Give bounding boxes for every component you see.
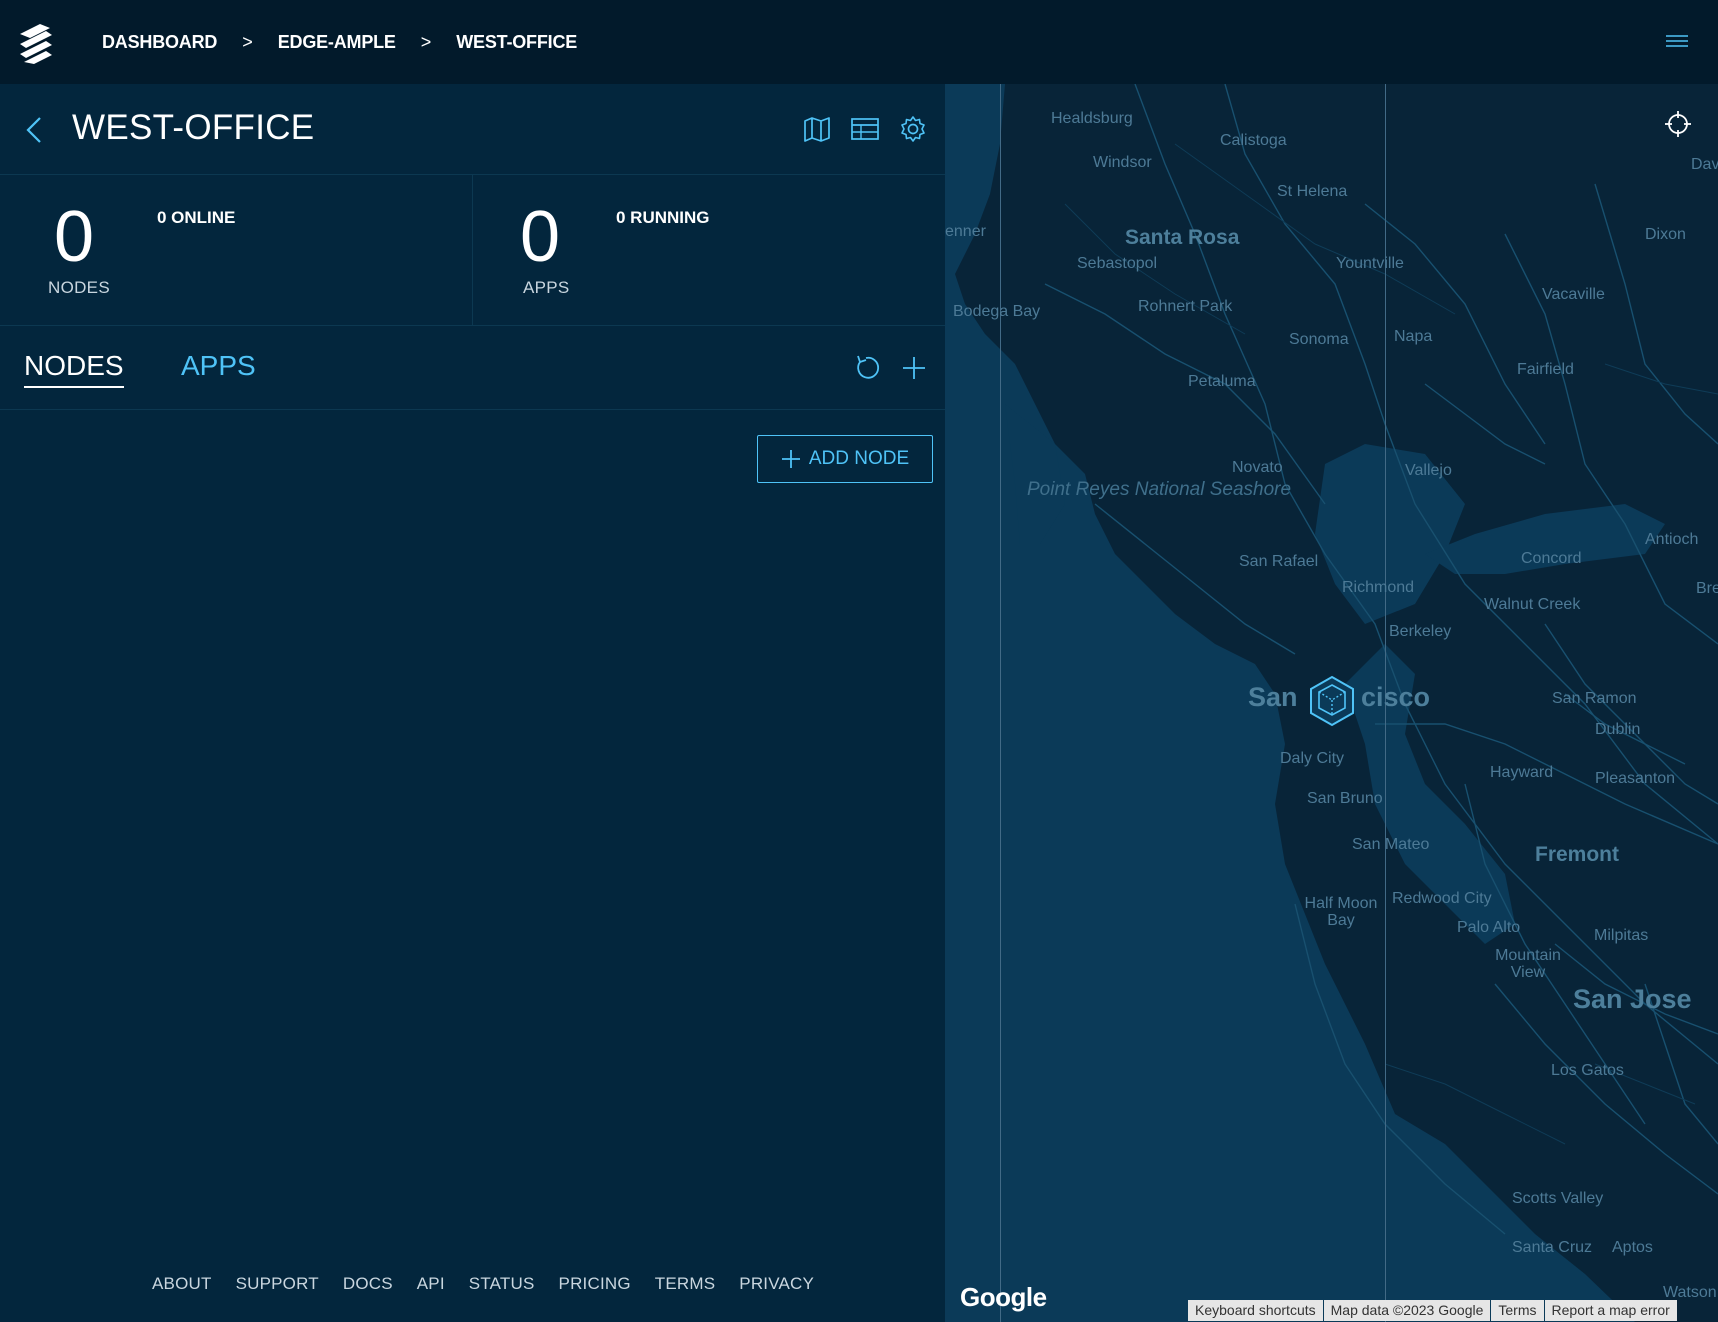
map-label-richmond: Richmond <box>1342 579 1415 596</box>
locate-me-icon[interactable] <box>1664 110 1692 138</box>
footer-support[interactable]: SUPPORT <box>236 1274 319 1294</box>
top-bar: DASHBOARD > EDGE-AMPLE > WEST-OFFICE <box>0 0 1718 84</box>
footer-links: ABOUT SUPPORT DOCS API STATUS PRICING TE… <box>152 1274 838 1294</box>
map-label-walnut-creek: Walnut Creek <box>1484 596 1581 613</box>
map-label-yountville: Yountville <box>1336 255 1404 272</box>
map-label-san-francisco-b: cisco <box>1361 682 1431 712</box>
map-label-calistoga: Calistoga <box>1220 132 1287 149</box>
detail-panel: WEST-OFFICE 0 NODES 0 ONLINE 0 APPS 0 RU… <box>0 84 945 1322</box>
map-data-credit: Map data ©2023 Google <box>1323 1300 1491 1321</box>
map-label-san-jose: San Jose <box>1573 984 1692 1014</box>
footer-pricing[interactable]: PRICING <box>559 1274 631 1294</box>
back-arrow-icon[interactable] <box>24 114 44 146</box>
map-label-davis: Dav <box>1691 156 1718 173</box>
footer-api[interactable]: API <box>417 1274 445 1294</box>
map-label-berkeley: Berkeley <box>1389 623 1452 640</box>
apps-label: APPS <box>523 278 570 297</box>
tab-nodes[interactable]: NODES <box>24 350 124 388</box>
map-label-st-helena: St Helena <box>1277 183 1348 200</box>
map-label-petaluma: Petaluma <box>1188 373 1256 390</box>
nodes-online: 0 ONLINE <box>157 208 236 227</box>
breadcrumb-west-office[interactable]: WEST-OFFICE <box>456 32 577 53</box>
map-label-pleasanton: Pleasanton <box>1595 770 1676 787</box>
map-label-san-rafael: San Rafael <box>1239 553 1319 570</box>
map-label-scotts-valley: Scotts Valley <box>1512 1190 1604 1207</box>
nodes-count: 0 <box>54 197 95 277</box>
map-label-windsor: Windsor <box>1093 154 1152 171</box>
map-label-vacaville: Vacaville <box>1542 286 1605 303</box>
footer-privacy[interactable]: PRIVACY <box>739 1274 814 1294</box>
tab-bar: NODES APPS <box>0 326 945 410</box>
map-label-brentwood: Bre <box>1696 580 1718 597</box>
apps-running: 0 RUNNING <box>616 208 710 227</box>
map-label-sebastopol: Sebastopol <box>1077 255 1158 272</box>
footer-terms[interactable]: TERMS <box>655 1274 716 1294</box>
map-attribution: Keyboard shortcuts Map data ©2023 Google… <box>1188 1300 1678 1321</box>
settings-gear-icon[interactable] <box>898 115 928 143</box>
map-label-vallejo: Vallejo <box>1405 462 1452 479</box>
map-label-napa: Napa <box>1394 328 1433 345</box>
footer-status[interactable]: STATUS <box>469 1274 535 1294</box>
keyboard-shortcuts-link[interactable]: Keyboard shortcuts <box>1188 1300 1323 1321</box>
map-label-jenner: enner <box>945 223 986 240</box>
google-logo[interactable]: Google <box>960 1282 1047 1313</box>
breadcrumb: DASHBOARD > EDGE-AMPLE > WEST-OFFICE <box>102 0 577 84</box>
map-label-dublin: Dublin <box>1595 721 1641 738</box>
logo-icon[interactable] <box>16 22 56 66</box>
map-terms-link[interactable]: Terms <box>1491 1300 1544 1321</box>
plus-icon <box>781 450 800 468</box>
breadcrumb-dashboard[interactable]: DASHBOARD <box>102 32 217 53</box>
map-label-fremont: Fremont <box>1535 843 1619 866</box>
footer-docs[interactable]: DOCS <box>343 1274 393 1294</box>
map-label-santa-cruz: Santa Cruz <box>1512 1239 1593 1256</box>
breadcrumb-separator: > <box>420 31 432 52</box>
map-label-healdsburg: Healdsburg <box>1051 110 1133 127</box>
map-label-point-reyes: Point Reyes National Seashore <box>1027 480 1291 500</box>
map-label-sonoma: Sonoma <box>1289 331 1349 348</box>
add-icon[interactable] <box>900 354 928 382</box>
refresh-icon[interactable] <box>852 354 880 382</box>
map-label-mountain-view: Mountain View <box>1495 947 1561 981</box>
stats-row: 0 NODES 0 ONLINE 0 APPS 0 RUNNING <box>0 175 945 326</box>
report-map-error-link[interactable]: Report a map error <box>1544 1300 1677 1321</box>
map-label-aptos: Aptos <box>1612 1239 1653 1256</box>
map-label-rohnert-park: Rohnert Park <box>1138 298 1233 315</box>
map-label-daly-city: Daly City <box>1280 750 1345 767</box>
map-label-los-gatos: Los Gatos <box>1551 1062 1624 1079</box>
map-label-bodega-bay: Bodega Bay <box>953 303 1041 320</box>
add-node-label: ADD NODE <box>808 448 910 469</box>
tab-apps[interactable]: APPS <box>181 350 256 386</box>
menu-icon[interactable] <box>1666 32 1688 50</box>
map-label-novato: Novato <box>1232 459 1283 476</box>
map-label-santa-rosa: Santa Rosa <box>1125 226 1240 249</box>
map-label-fairfield: Fairfield <box>1517 361 1574 378</box>
apps-stat: 0 APPS 0 RUNNING <box>473 175 945 326</box>
map-view[interactable]: Healdsburg Calistoga Windsor St Helena D… <box>945 84 1718 1322</box>
map-label-milpitas: Milpitas <box>1594 927 1649 944</box>
map-label-san-ramon: San Ramon <box>1552 690 1637 707</box>
map-label-san-mateo: San Mateo <box>1352 836 1430 853</box>
location-cube-marker-icon[interactable] <box>1308 675 1356 727</box>
table-view-icon[interactable] <box>850 115 880 143</box>
map-label-concord: Concord <box>1521 550 1582 567</box>
map-gridline <box>1000 84 1001 1322</box>
map-view-icon[interactable] <box>802 115 832 143</box>
nodes-stat: 0 NODES 0 ONLINE <box>0 175 472 326</box>
map-label-antioch: Antioch <box>1645 531 1699 548</box>
nodes-label: NODES <box>48 278 110 297</box>
panel-header: WEST-OFFICE <box>0 84 945 175</box>
breadcrumb-edge-ample[interactable]: EDGE-AMPLE <box>278 32 396 53</box>
map-label-san-bruno: San Bruno <box>1307 790 1383 807</box>
map-label-dixon: Dixon <box>1645 226 1686 243</box>
add-node-button[interactable]: ADD NODE <box>757 435 933 483</box>
map-label-palo-alto: Palo Alto <box>1457 919 1521 936</box>
apps-count: 0 <box>520 197 561 277</box>
map-label-half-moon-bay: Half Moon Bay <box>1304 895 1378 929</box>
map-label-hayward: Hayward <box>1490 764 1554 781</box>
map-label-redwood-city: Redwood City <box>1392 890 1492 907</box>
breadcrumb-separator: > <box>242 31 253 52</box>
page-title: WEST-OFFICE <box>72 108 315 147</box>
footer-about[interactable]: ABOUT <box>152 1274 212 1294</box>
map-label-san-francisco-a: San <box>1248 682 1298 712</box>
